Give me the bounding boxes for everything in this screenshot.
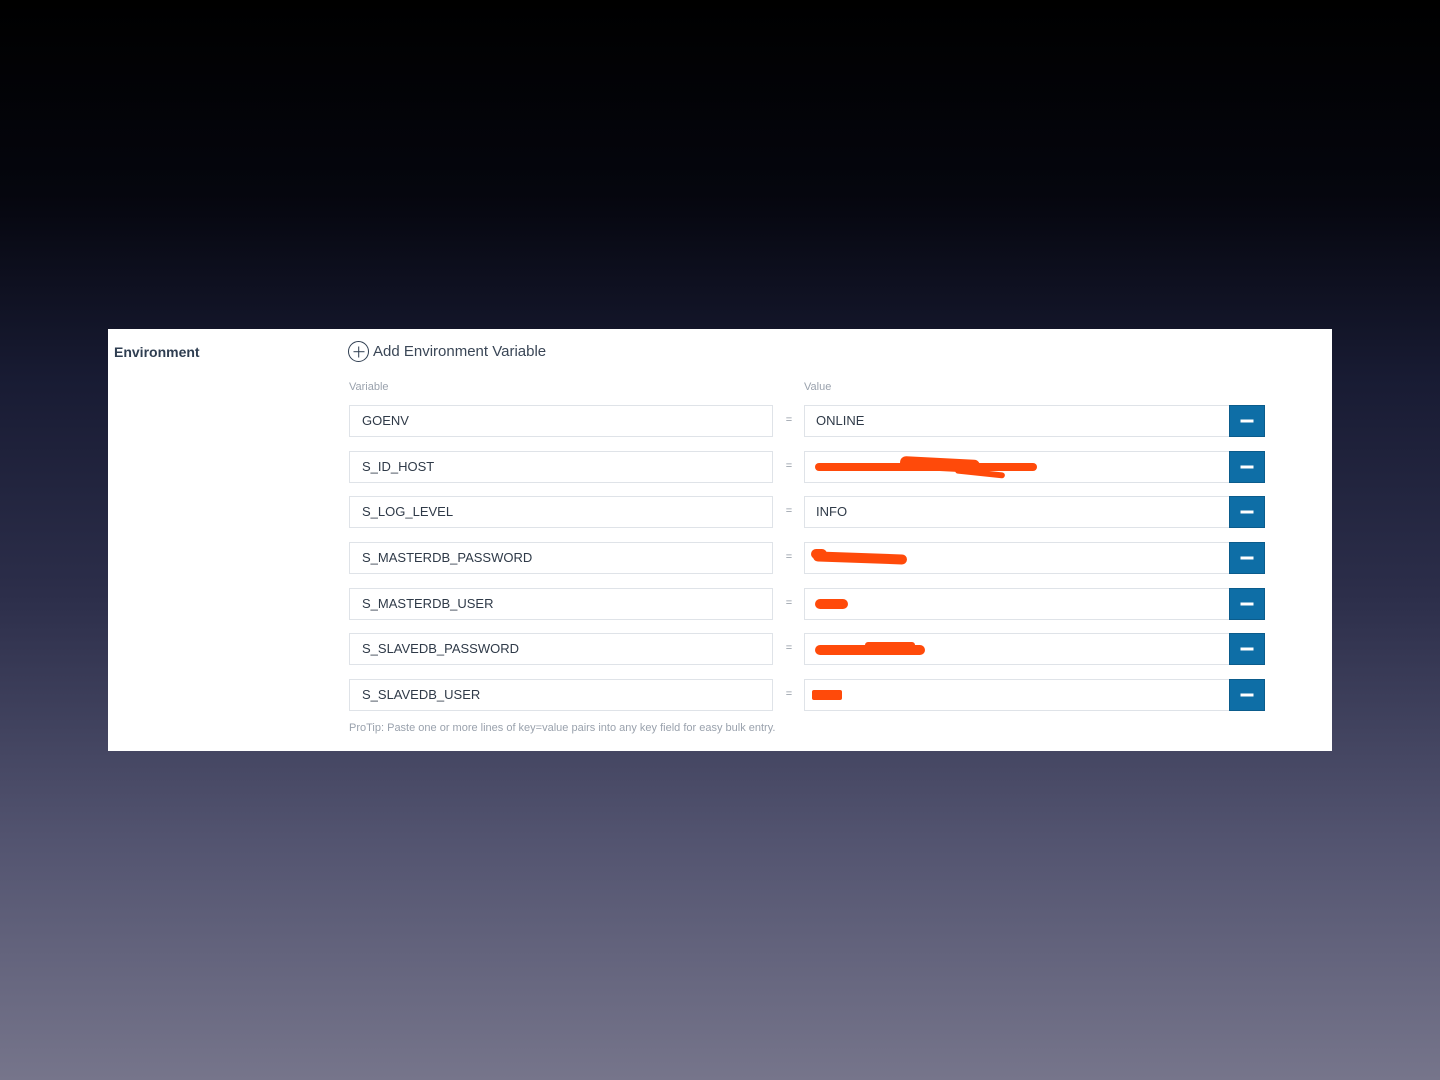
minus-icon [1240,693,1254,697]
minus-icon [1240,647,1254,651]
variable-key-input[interactable]: S_LOG_LEVEL [349,496,773,529]
variable-key-input[interactable]: S_SLAVEDB_USER [349,679,773,712]
variable-row: GOENV = ONLINE [349,405,1266,437]
equals-sign: = [785,596,793,609]
remove-variable-button[interactable] [1229,496,1265,529]
redaction-mark [815,598,848,609]
variable-value-input[interactable] [804,587,1229,620]
minus-icon [1240,419,1254,423]
protip-text: ProTip: Paste one or more lines of key=v… [349,722,776,734]
redaction-mark [865,642,915,649]
environment-panel: Environment Add Environment Variable Var… [108,329,1332,751]
variable-list: GOENV = ONLINE S_ID_HOST = S_LOG_LEVEL =… [349,405,1266,725]
equals-sign: = [785,688,793,701]
variable-value-input[interactable]: ONLINE [804,405,1229,437]
equals-sign: = [785,642,793,655]
plus-circle-icon [348,341,369,362]
variable-row: S_SLAVEDB_USER = [349,679,1266,712]
variable-value-input[interactable]: INFO [804,496,1229,529]
add-button-label: Add Environment Variable [373,343,547,360]
variable-row: S_MASTERDB_PASSWORD = [349,542,1266,575]
variable-value-input[interactable] [804,633,1229,666]
variable-key-input[interactable]: S_MASTERDB_PASSWORD [349,542,773,575]
remove-variable-button[interactable] [1229,633,1265,666]
variable-row: S_ID_HOST = [349,450,1266,483]
remove-variable-button[interactable] [1229,679,1265,712]
minus-icon [1240,602,1254,606]
variable-value-input[interactable] [804,679,1229,712]
equals-sign: = [785,414,793,426]
variable-column-header: Variable [349,381,389,393]
equals-sign: = [785,505,793,518]
add-environment-variable-button[interactable]: Add Environment Variable [348,341,546,362]
variable-value-input[interactable] [804,450,1229,483]
minus-icon [1240,510,1254,514]
variable-key-input[interactable]: S_MASTERDB_USER [349,587,773,620]
minus-icon [1240,465,1254,469]
equals-sign: = [785,459,793,472]
variable-row: S_MASTERDB_USER = [349,587,1266,620]
redaction-mark [811,549,827,560]
remove-variable-button[interactable] [1229,405,1265,437]
section-label: Environment [114,344,200,360]
variable-row: S_LOG_LEVEL = INFO [349,496,1266,529]
remove-variable-button[interactable] [1229,450,1265,483]
equals-sign: = [785,551,793,564]
variable-value-input[interactable] [804,542,1229,575]
variable-key-input[interactable]: S_ID_HOST [349,450,773,483]
value-column-header: Value [804,381,832,393]
minus-icon [1240,556,1254,560]
remove-variable-button[interactable] [1229,587,1265,620]
variable-key-input[interactable]: S_SLAVEDB_PASSWORD [349,633,773,666]
variable-row: S_SLAVEDB_PASSWORD = [349,633,1266,666]
redaction-mark [812,690,842,701]
variable-key-input[interactable]: GOENV [349,405,773,437]
remove-variable-button[interactable] [1229,542,1265,575]
